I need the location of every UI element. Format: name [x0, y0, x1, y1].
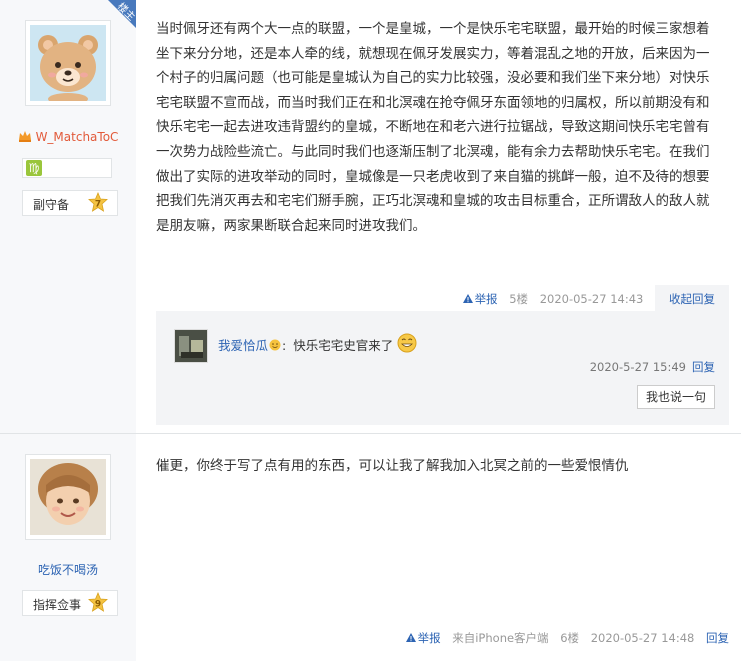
post-time: 2020-05-27 14:48 — [590, 631, 695, 645]
report-label: 举报 — [417, 631, 441, 645]
post-tail: 举报 来自iPhone客户端 6楼 2020-05-27 14:48 回复 — [405, 630, 729, 646]
avatar[interactable] — [25, 20, 111, 106]
author-sidebar: 吃饭不喝汤 指挥佥事 9 — [0, 434, 136, 661]
bear-avatar-icon — [30, 25, 106, 101]
author-name-link[interactable]: W_MatchaToC — [36, 130, 119, 144]
collapse-replies-button[interactable]: 收起回复 — [655, 285, 729, 314]
level-star-icon: 7 — [88, 192, 108, 212]
level-number: 7 — [95, 200, 101, 210]
report-label: 举报 — [474, 292, 498, 306]
post-content: 催更，你终于写了点有用的东西，可以让我了解我加入北冥之前的一些爱恨情仇 — [156, 458, 629, 474]
report-icon — [462, 294, 473, 303]
report-link[interactable]: 举报 — [405, 631, 441, 645]
post-floor-6: 吃饭不喝汤 指挥佥事 9 催更，你终于写了点有用的东西，可以让我了解我加入北冥之… — [0, 433, 741, 661]
floor-number: 5楼 — [509, 292, 529, 306]
rank-title: 指挥佥事 — [33, 598, 82, 612]
reply-avatar-icon — [175, 330, 207, 362]
zodiac-badge-box: ♍ — [22, 158, 112, 178]
post-time: 2020-05-27 14:43 — [539, 292, 644, 306]
smile-emoji-icon — [269, 339, 281, 351]
level-star-icon: 9 — [88, 592, 108, 612]
reply-meta: 2020-5-27 15:49 回复 — [590, 359, 715, 375]
child-photo-avatar-icon — [30, 459, 106, 535]
zodiac-icon[interactable]: ♍ — [26, 160, 42, 176]
post-content: 当时佩牙还有两个大一点的联盟，一个是皇城，一个是快乐宅宅联盟，最开始的时候三家想… — [156, 21, 710, 234]
say-something-button[interactable]: 我也说一句 — [636, 385, 715, 409]
floor-number: 6楼 — [560, 631, 580, 645]
author-name-row: W_MatchaToC — [0, 130, 136, 144]
reply-line: 我爱恰瓜: 快乐宅宅史官来了 — [218, 333, 417, 354]
crown-icon — [18, 131, 31, 142]
report-link[interactable]: 举报 — [462, 292, 498, 306]
author-name-link[interactable]: 吃饭不喝汤 — [38, 563, 98, 577]
reply-time: 2020-5-27 15:49 — [589, 360, 686, 374]
reply-box: 我爱恰瓜: 快乐宅宅史官来了 2020-5-27 15:49 回复 我也说一句 — [156, 311, 729, 425]
level-number: 9 — [95, 600, 101, 610]
author-name-row: 吃饭不喝汤 — [0, 561, 136, 578]
reply-separator: : — [282, 338, 287, 353]
reply-text: 快乐宅宅史官来了 — [293, 338, 394, 353]
reply-user-link[interactable]: 我爱恰瓜 — [218, 338, 268, 353]
rank-box[interactable]: 副守备 7 — [22, 190, 118, 216]
author-sidebar: 楼主 W_MatchaToC ♍ 副守备 7 — [0, 0, 136, 433]
reply-link[interactable]: 回复 — [692, 360, 715, 374]
report-icon — [405, 633, 416, 642]
rank-title: 副守备 — [33, 198, 70, 212]
reply-button[interactable]: 回复 — [706, 631, 729, 645]
post-floor-5: 楼主 W_MatchaToC ♍ 副守备 7 当时佩牙还有两个大一点的联盟，一个… — [0, 0, 741, 433]
rank-box[interactable]: 指挥佥事 9 — [22, 590, 118, 616]
post-tail: 举报 5楼 2020-05-27 14:43 收起回复 — [462, 285, 729, 314]
reply-user-avatar[interactable] — [174, 329, 208, 363]
grin-emoji-icon — [397, 333, 417, 353]
avatar[interactable] — [25, 454, 111, 540]
client-source: 来自iPhone客户端 — [452, 631, 549, 645]
